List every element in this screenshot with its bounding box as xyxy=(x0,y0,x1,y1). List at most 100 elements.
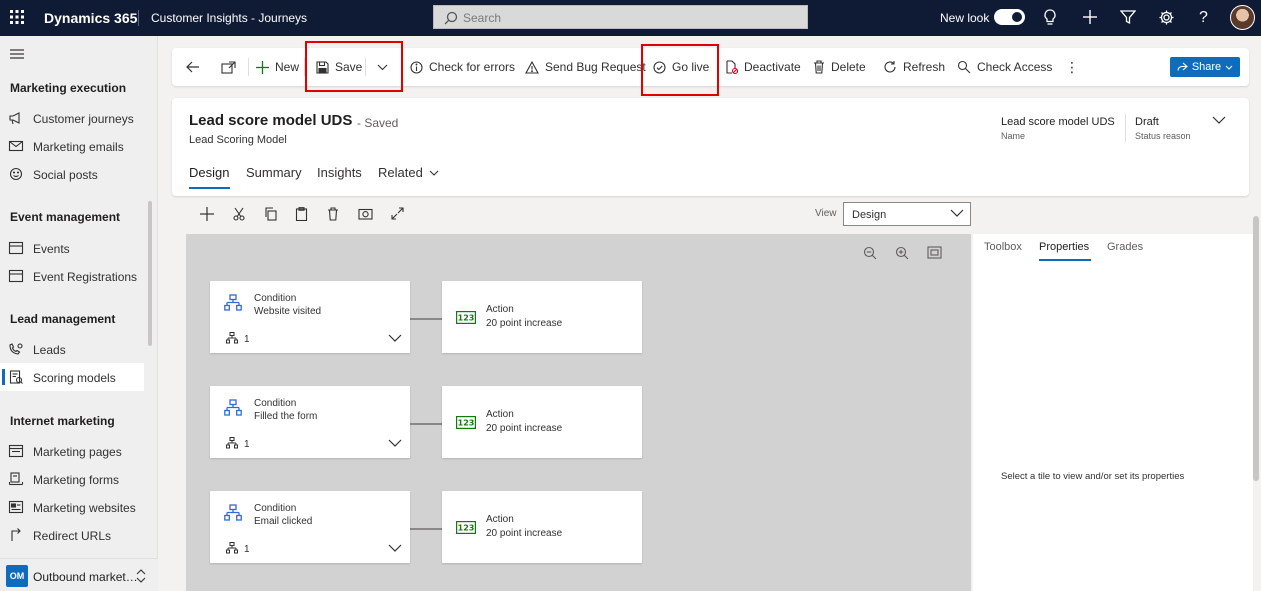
refresh-button[interactable]: Refresh xyxy=(883,48,945,86)
action-type: Action xyxy=(486,304,514,315)
hamburger-menu-icon[interactable] xyxy=(10,48,24,60)
open-new-window-button[interactable] xyxy=(221,48,236,86)
condition-branch-icon xyxy=(224,294,242,311)
expand-chevron-icon[interactable] xyxy=(388,334,402,342)
nav-marketing-websites[interactable]: Marketing websites xyxy=(0,493,144,521)
cut-scissors-icon[interactable] xyxy=(233,207,245,221)
screenshot-camera-icon[interactable] xyxy=(358,207,373,220)
selected-tab-indicator xyxy=(189,187,230,189)
chevron-down-icon xyxy=(429,170,439,176)
brand-title[interactable]: Dynamics 365 xyxy=(44,10,137,26)
view-select[interactable]: Design xyxy=(843,202,971,226)
sidebar-scrollbar[interactable] xyxy=(148,201,152,346)
up-down-chevron-icon xyxy=(136,569,146,583)
svg-text:123: 123 xyxy=(458,419,475,428)
nav-label: Customer journeys xyxy=(33,112,134,126)
plus-icon[interactable] xyxy=(1082,9,1098,25)
action-tile[interactable]: 123 Action 20 point increase xyxy=(442,281,642,353)
calendar-icon xyxy=(8,269,24,283)
design-canvas[interactable]: Condition Website visited 1 123 Action 2… xyxy=(186,234,971,591)
nav-customer-journeys[interactable]: Customer journeys xyxy=(0,104,144,132)
page-scrollbar[interactable] xyxy=(1253,216,1259,481)
condition-type: Condition xyxy=(254,398,297,409)
send-bug-request-button[interactable]: Send Bug Request xyxy=(525,48,646,86)
designer-toolbar: View Design xyxy=(186,198,971,232)
nav-label: Scoring models xyxy=(33,371,116,385)
zoom-in-icon[interactable] xyxy=(895,246,909,260)
go-live-highlight-box xyxy=(641,44,719,96)
tab-properties[interactable]: Properties xyxy=(1039,241,1089,253)
help-icon[interactable]: ? xyxy=(1199,9,1208,27)
delete-trash-icon[interactable] xyxy=(327,207,339,221)
deactivate-doc-icon xyxy=(726,60,738,74)
check-for-errors-button[interactable]: Check for errors xyxy=(410,48,515,86)
refresh-label: Refresh xyxy=(903,60,946,74)
delete-button[interactable]: Delete xyxy=(813,48,866,86)
action-tile[interactable]: 123 Action 20 point increase xyxy=(442,491,642,563)
action-type: Action xyxy=(486,409,514,420)
nav-marketing-pages[interactable]: Marketing pages xyxy=(0,437,144,465)
sitemap-sidebar: Marketing execution Customer journeys Ma… xyxy=(0,36,158,591)
copy-icon[interactable] xyxy=(264,207,277,221)
back-button[interactable] xyxy=(186,48,200,86)
condition-tile[interactable]: Condition Email clicked 1 xyxy=(210,491,410,563)
tab-insights[interactable]: Insights xyxy=(317,165,362,180)
nav-marketing-forms[interactable]: Marketing forms xyxy=(0,465,144,493)
user-avatar[interactable] xyxy=(1230,5,1255,30)
connector-line xyxy=(410,318,442,320)
expand-chevron-icon[interactable] xyxy=(388,544,402,552)
app-launcher-icon[interactable] xyxy=(10,10,24,24)
zoom-out-icon[interactable] xyxy=(863,246,877,260)
divider xyxy=(138,10,139,26)
tab-toolbox[interactable]: Toolbox xyxy=(984,241,1022,253)
share-label: Share xyxy=(1191,61,1222,73)
fit-to-screen-icon[interactable] xyxy=(927,246,942,259)
tab-summary[interactable]: Summary xyxy=(246,165,302,180)
action-tile[interactable]: 123 Action 20 point increase xyxy=(442,386,642,458)
expand-chevron-icon[interactable] xyxy=(388,439,402,447)
nav-event-registrations[interactable]: Event Registrations xyxy=(0,262,144,290)
condition-name: Email clicked xyxy=(254,516,313,527)
branch-count: 1 xyxy=(244,439,250,450)
more-commands-button[interactable]: ⋮ xyxy=(1065,48,1079,86)
lightbulb-icon[interactable] xyxy=(1043,9,1057,27)
nav-events[interactable]: Events xyxy=(0,234,144,262)
app-name[interactable]: Customer Insights - Journeys xyxy=(151,11,307,25)
tab-grades[interactable]: Grades xyxy=(1107,241,1143,253)
new-look-toggle[interactable] xyxy=(994,9,1025,25)
send-bug-request-label: Send Bug Request xyxy=(545,60,646,74)
nav-scoring-models[interactable]: Scoring models xyxy=(0,363,144,391)
condition-tile[interactable]: Condition Website visited 1 xyxy=(210,281,410,353)
tab-related[interactable]: Related xyxy=(378,165,439,180)
nav-social-posts[interactable]: Social posts xyxy=(0,160,144,188)
expand-header-chevron-icon[interactable] xyxy=(1212,116,1226,125)
nav-redirect-urls[interactable]: Redirect URLs xyxy=(0,521,144,549)
nav-label: Marketing forms xyxy=(33,473,120,487)
new-button[interactable]: New xyxy=(256,48,299,86)
connector-line xyxy=(410,423,442,425)
action-type: Action xyxy=(486,514,514,525)
check-access-button[interactable]: Check Access xyxy=(957,48,1052,86)
share-button[interactable]: Share xyxy=(1170,57,1240,77)
area-name: Outbound market… xyxy=(33,570,138,584)
filter-icon[interactable] xyxy=(1120,9,1136,25)
calendar-icon xyxy=(8,241,24,255)
tab-design[interactable]: Design xyxy=(189,165,229,180)
more-vertical-icon: ⋮ xyxy=(1065,58,1079,75)
condition-tile[interactable]: Condition Filled the form 1 xyxy=(210,386,410,458)
save-highlight-box xyxy=(305,41,403,92)
nav-label: Event Registrations xyxy=(33,270,138,284)
header-name-value: Lead score model UDS xyxy=(1001,116,1115,128)
settings-gear-icon[interactable] xyxy=(1158,9,1175,26)
add-icon[interactable] xyxy=(200,207,214,221)
expand-fullscreen-icon[interactable] xyxy=(391,207,404,220)
search-input[interactable]: Search xyxy=(433,5,808,29)
condition-type: Condition xyxy=(254,293,297,304)
nav-marketing-emails[interactable]: Marketing emails xyxy=(0,132,144,160)
deactivate-button[interactable]: Deactivate xyxy=(725,48,801,86)
paste-clipboard-icon[interactable] xyxy=(295,207,308,221)
area-switcher[interactable]: OM Outbound market… xyxy=(0,558,158,591)
nav-leads[interactable]: Leads xyxy=(0,335,144,363)
branch-count: 1 xyxy=(244,544,250,555)
header-name-label: Name xyxy=(1001,131,1026,141)
